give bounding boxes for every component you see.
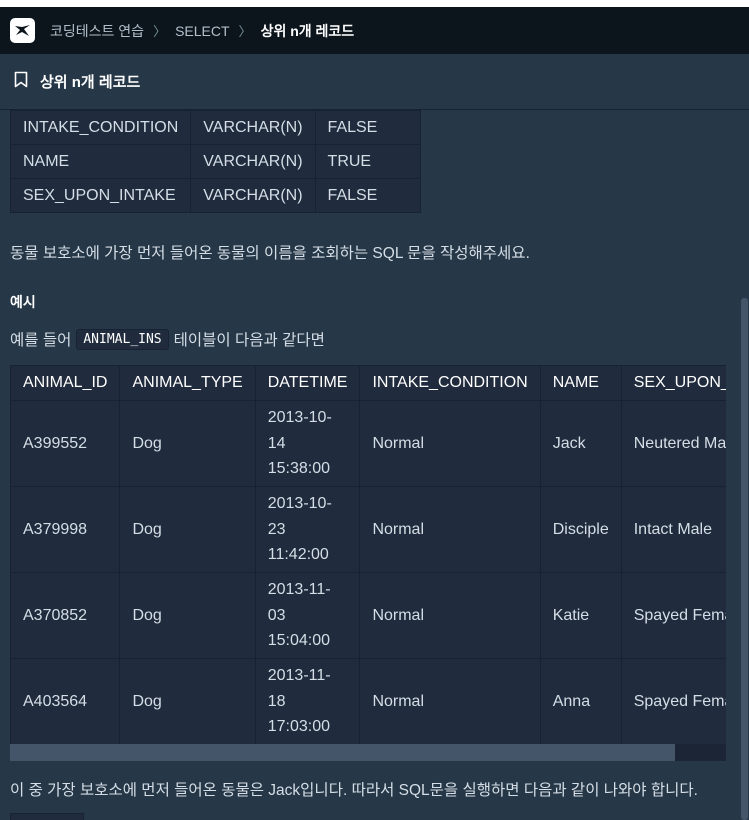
- schema-cell: VARCHAR(N): [190, 178, 316, 213]
- example-heading: 예시: [10, 294, 36, 310]
- table-row: SEX_UPON_INTAKE VARCHAR(N) FALSE: [10, 178, 421, 213]
- table-cell: 2013-11-18 17:03:00: [254, 658, 361, 745]
- problem-content: INTAKE_CONDITION VARCHAR(N) FALSE NAME V…: [10, 110, 740, 820]
- result-description: 이 중 가장 보호소에 먼저 들어온 동물은 Jack입니다. 따라서 SQL문…: [10, 782, 698, 799]
- programmers-logo-icon[interactable]: [10, 18, 35, 43]
- schema-cell: INTAKE_CONDITION: [10, 110, 192, 145]
- breadcrumb-select[interactable]: SELECT: [175, 23, 229, 39]
- table-row: A370852 Dog 2013-11-03 15:04:00 Normal K…: [10, 572, 726, 659]
- table-row: INTAKE_CONDITION VARCHAR(N) FALSE: [10, 110, 421, 145]
- chevron-right-icon: 〉: [238, 24, 252, 39]
- schema-cell: FALSE: [314, 178, 421, 213]
- bookmark-icon[interactable]: [14, 71, 28, 93]
- table-cell: Normal: [359, 400, 541, 487]
- table-row: A403564 Dog 2013-11-18 17:03:00 Normal A…: [10, 658, 726, 745]
- table-cell: Neutered Male: [620, 400, 726, 487]
- intro-text-before: 예를 들어: [10, 332, 72, 349]
- schema-cell: NAME: [10, 144, 192, 179]
- problem-title-bar: 상위 n개 레코드: [0, 54, 749, 110]
- window-top-strip: [0, 0, 749, 7]
- breadcrumb-current: 상위 n개 레코드: [260, 22, 355, 39]
- table-cell: Disciple: [539, 486, 622, 573]
- vertical-scrollbar[interactable]: [741, 298, 748, 820]
- table-cell: Spayed Female: [620, 572, 726, 659]
- table-cell: 2013-11-03 15:04:00: [254, 572, 361, 659]
- schema-cell: VARCHAR(N): [190, 144, 316, 179]
- example-intro: 예를 들어 ANIMAL_INS 테이블이 다음과 같다면: [10, 328, 325, 350]
- table-cell: Jack: [539, 400, 622, 487]
- column-header: ANIMAL_ID: [10, 365, 121, 401]
- table-cell: A370852: [10, 572, 121, 659]
- table-row: A379998 Dog 2013-10-23 11:42:00 Normal D…: [10, 486, 726, 573]
- table-cell: Normal: [359, 658, 541, 745]
- inline-code: ANIMAL_INS: [76, 328, 169, 350]
- breadcrumb-coding-test[interactable]: 코딩테스트 연습: [50, 21, 144, 41]
- table-cell: 2013-10-14 15:38:00: [254, 400, 361, 487]
- table-horizontal-scrollbar[interactable]: [10, 744, 726, 761]
- table-cell: A399552: [10, 400, 121, 487]
- schema-table: INTAKE_CONDITION VARCHAR(N) FALSE NAME V…: [10, 110, 421, 213]
- table-row: A399552 Dog 2013-10-14 15:38:00 Normal J…: [10, 400, 726, 487]
- column-header: SEX_UPON_INTAKE: [620, 365, 726, 401]
- table-cell: Anna: [539, 658, 622, 745]
- table-cell: A403564: [10, 658, 121, 745]
- table-row: NAME VARCHAR(N) TRUE: [10, 144, 421, 179]
- problem-description: 동물 보호소에 가장 먼저 들어온 동물의 이름을 조회하는 SQL 문을 작성…: [10, 245, 530, 262]
- schema-cell: TRUE: [314, 144, 421, 179]
- table-cell: Dog: [119, 400, 256, 487]
- table-cell: Normal: [359, 486, 541, 573]
- intro-text-after: 테이블이 다음과 같다면: [173, 332, 325, 349]
- column-header: ANIMAL_TYPE: [119, 365, 256, 401]
- page-title: 상위 n개 레코드: [40, 74, 141, 91]
- table-cell: Normal: [359, 572, 541, 659]
- chevron-right-icon: 〉: [153, 24, 167, 39]
- column-header: NAME: [539, 365, 622, 401]
- schema-cell: VARCHAR(N): [190, 110, 316, 145]
- table-cell: Intact Male: [620, 486, 726, 573]
- table-cell: A379998: [10, 486, 121, 573]
- example-table-scroll-area[interactable]: ANIMAL_ID ANIMAL_TYPE DATETIME INTAKE_CO…: [10, 365, 726, 745]
- table-cell: Katie: [539, 572, 622, 659]
- result-table-header: [10, 813, 84, 820]
- schema-cell: SEX_UPON_INTAKE: [10, 178, 192, 213]
- table-cell: Spayed Female: [620, 658, 726, 745]
- column-header: DATETIME: [254, 365, 361, 401]
- table-cell: 2013-10-23 11:42:00: [254, 486, 361, 573]
- table-header-row: ANIMAL_ID ANIMAL_TYPE DATETIME INTAKE_CO…: [10, 365, 726, 401]
- table-cell: Dog: [119, 486, 256, 573]
- example-table: ANIMAL_ID ANIMAL_TYPE DATETIME INTAKE_CO…: [10, 365, 726, 745]
- scrollbar-thumb[interactable]: [10, 744, 675, 761]
- breadcrumb: 코딩테스트 연습 〉 SELECT 〉 상위 n개 레코드: [50, 21, 354, 41]
- column-header: INTAKE_CONDITION: [359, 365, 541, 401]
- schema-cell: FALSE: [314, 110, 421, 145]
- table-cell: Dog: [119, 658, 256, 745]
- top-navigation: 코딩테스트 연습 〉 SELECT 〉 상위 n개 레코드: [0, 7, 749, 54]
- table-cell: Dog: [119, 572, 256, 659]
